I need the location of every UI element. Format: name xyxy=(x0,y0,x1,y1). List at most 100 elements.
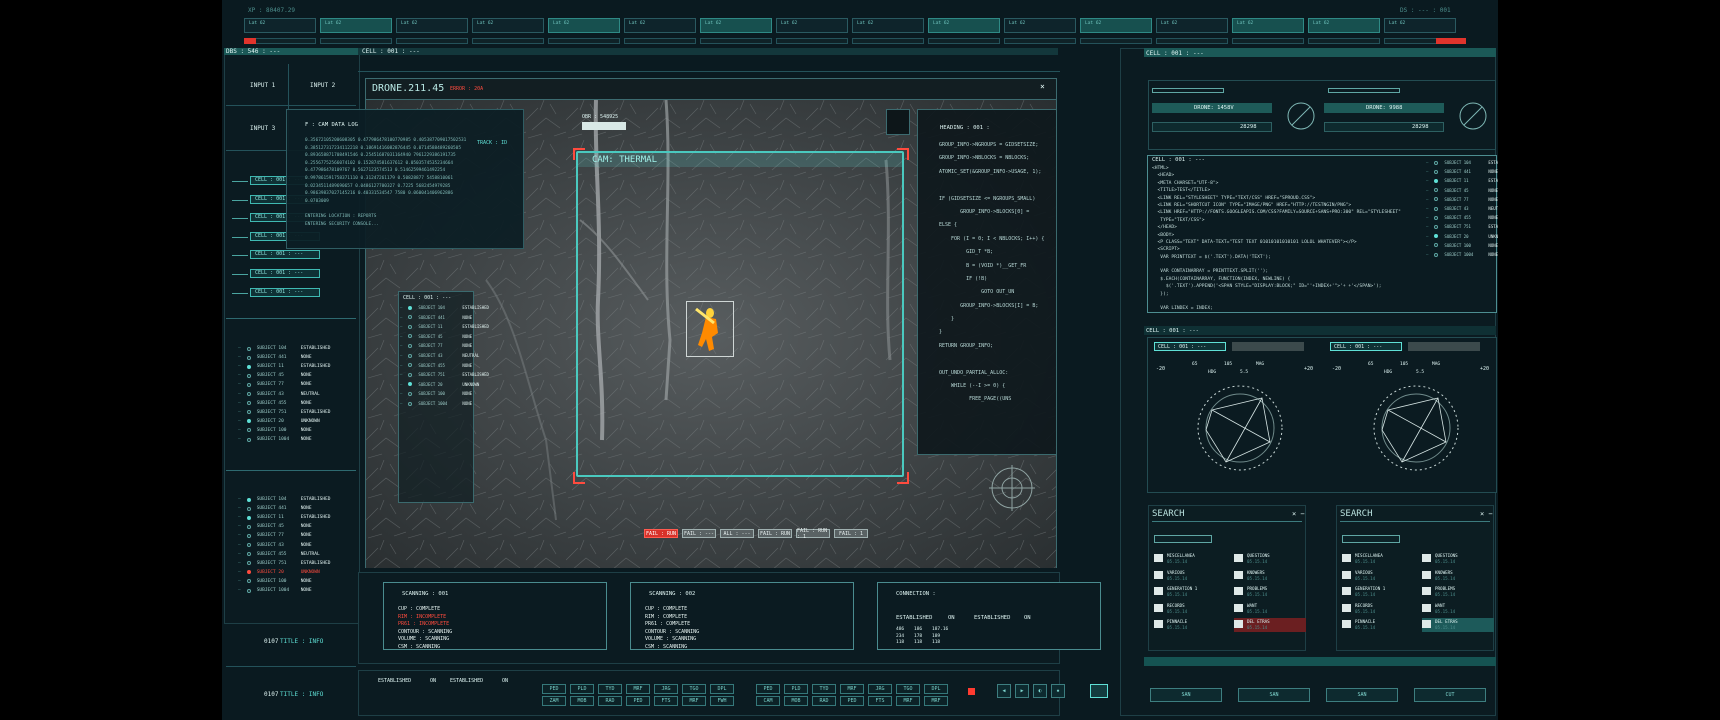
subject-row[interactable]: — SUBJECT 43 NEUTRAL xyxy=(400,353,479,358)
subject-row[interactable]: — SUBJECT 104 ESTABLISHED xyxy=(238,346,331,351)
camera-mode-button[interactable]: FAIL : 1 xyxy=(834,529,868,538)
subject-row[interactable]: — SUBJECT 20 UNKNOWN xyxy=(238,419,320,424)
subject-row[interactable]: — SUBJECT 11 ESTABLISHED xyxy=(238,364,331,369)
control-button[interactable]: MRF xyxy=(924,696,948,706)
control-button[interactable]: MRF xyxy=(896,696,920,706)
close-icon[interactable]: × xyxy=(1040,82,1045,91)
control-button[interactable]: MOB xyxy=(784,696,808,706)
search-item[interactable] xyxy=(1422,602,1494,616)
subject-row[interactable]: — SUBJECT 100 NONE xyxy=(238,579,312,584)
control-button[interactable]: MRF xyxy=(840,684,864,694)
toggle-button[interactable] xyxy=(1090,684,1108,698)
search-item[interactable] xyxy=(1154,569,1226,583)
control-button[interactable]: RAD xyxy=(598,696,622,706)
subject-row[interactable]: — SUBJECT 455 NONE xyxy=(238,401,312,406)
control-button[interactable]: MOB xyxy=(570,696,594,706)
search-close-icon[interactable]: × − xyxy=(1292,510,1305,518)
control-button[interactable]: MRF xyxy=(626,684,650,694)
subject-row[interactable]: — SUBJECT 455 NONE xyxy=(400,363,472,368)
subject-row[interactable]: — SUBJECT 45 NONE xyxy=(238,373,312,378)
control-button[interactable]: DPL xyxy=(710,684,734,694)
control-button[interactable]: TGO xyxy=(896,684,920,694)
play-button[interactable]: ▶ xyxy=(1015,684,1029,698)
search-item[interactable] xyxy=(1422,618,1494,632)
subject-row[interactable]: — SUBJECT 104 ESTABLISHED xyxy=(400,305,489,310)
lat-box[interactable]: Lat 62 xyxy=(244,18,316,33)
lat-box[interactable]: Lat 62 xyxy=(1156,18,1228,33)
control-button[interactable]: PLD xyxy=(784,684,808,694)
search-item[interactable] xyxy=(1154,602,1226,616)
search-item[interactable] xyxy=(1234,569,1306,583)
subject-row[interactable]: — SUBJECT 45 NONE xyxy=(1426,188,1498,193)
lat-box[interactable]: Lat 62 xyxy=(472,18,544,33)
subject-row[interactable]: — SUBJECT 77 NONE xyxy=(400,343,472,348)
brightness-icon[interactable]: ✹ xyxy=(1051,684,1065,698)
subject-row[interactable]: — SUBJECT 455 NEUTRAL xyxy=(238,552,320,557)
control-button[interactable]: PED xyxy=(756,684,780,694)
footer-button[interactable]: SAN xyxy=(1326,688,1398,702)
subject-row[interactable]: — SUBJECT 1004 NONE xyxy=(238,437,312,442)
control-button[interactable]: PED xyxy=(626,696,650,706)
lat-box[interactable]: Lat 62 xyxy=(700,18,772,33)
subject-row[interactable]: — SUBJECT 441 NONE xyxy=(400,315,472,320)
search-item[interactable] xyxy=(1154,618,1226,632)
search-item[interactable] xyxy=(1342,618,1414,632)
control-button[interactable]: CAM xyxy=(756,696,780,706)
search-input[interactable] xyxy=(1154,535,1212,543)
control-button[interactable]: FTS xyxy=(654,696,678,706)
subject-row[interactable]: — SUBJECT 11 ESTABLISHED xyxy=(400,324,489,329)
subject-row[interactable]: — SUBJECT 20 UNKNOWN xyxy=(400,382,479,387)
search-item[interactable] xyxy=(1234,552,1306,566)
control-button[interactable]: TYD xyxy=(598,684,622,694)
control-button[interactable]: TYD xyxy=(812,684,836,694)
camera-mode-button[interactable]: FAIL : RUN xyxy=(758,529,792,538)
control-button[interactable]: FWH xyxy=(710,696,734,706)
search-input[interactable] xyxy=(1342,535,1400,543)
subject-row[interactable]: — SUBJECT 77 NONE xyxy=(1426,197,1498,202)
search-item[interactable] xyxy=(1422,585,1494,599)
subject-row[interactable]: — SUBJECT 751 ESTABLISHED xyxy=(1426,224,1498,229)
camera-mode-button[interactable]: ALL : --- xyxy=(720,529,754,538)
cell-item[interactable]: CELL : 001 : --- xyxy=(250,269,320,278)
subject-row[interactable]: — SUBJECT 43 NEUTRAL xyxy=(1426,206,1498,211)
lat-box[interactable]: Lat 62 xyxy=(624,18,696,33)
subject-row[interactable]: — SUBJECT 441 NONE xyxy=(238,355,312,360)
control-button[interactable]: TGO xyxy=(682,684,706,694)
lat-box[interactable]: Lat 62 xyxy=(320,18,392,33)
camera-mode-button[interactable]: FAIL : --- xyxy=(682,529,716,538)
control-button[interactable]: MRF xyxy=(682,696,706,706)
search-item[interactable] xyxy=(1234,618,1306,632)
camera-mode-button[interactable]: FAIL : RUN : 1 xyxy=(796,528,830,540)
lat-box[interactable]: Lat 62 xyxy=(1384,18,1456,33)
lat-box[interactable]: Lat 62 xyxy=(1080,18,1152,33)
control-button[interactable]: PED xyxy=(840,696,864,706)
control-button[interactable]: DPL xyxy=(924,684,948,694)
control-button[interactable]: FTS xyxy=(868,696,892,706)
prev-button[interactable]: ◀ xyxy=(997,684,1011,698)
control-button[interactable]: RAD xyxy=(812,696,836,706)
subject-row[interactable]: — SUBJECT 751 ESTABLISHED xyxy=(400,372,489,377)
subject-row[interactable]: — SUBJECT 100 NONE xyxy=(1426,243,1498,248)
control-button[interactable]: JRG xyxy=(868,684,892,694)
lat-box[interactable]: Lat 62 xyxy=(776,18,848,33)
contrast-icon[interactable]: ◐ xyxy=(1033,684,1047,698)
control-button[interactable]: ZAM xyxy=(542,696,566,706)
search-item[interactable] xyxy=(1422,552,1494,566)
footer-button[interactable]: SAN xyxy=(1238,688,1310,702)
subject-row[interactable]: — SUBJECT 1004 NONE xyxy=(400,401,472,406)
subject-row[interactable]: — SUBJECT 100 NONE xyxy=(238,428,312,433)
cell-item[interactable]: CELL : 001 : --- xyxy=(250,250,320,260)
subject-row[interactable]: — SUBJECT 441 NONE xyxy=(1426,169,1498,174)
subject-row[interactable]: — SUBJECT 100 NONE xyxy=(400,391,472,396)
subject-row[interactable]: — SUBJECT 441 NONE xyxy=(238,506,312,511)
record-button[interactable] xyxy=(968,688,975,695)
subject-row[interactable]: — SUBJECT 455 NONE xyxy=(1426,215,1498,220)
subject-row[interactable]: — SUBJECT 1004 NONE xyxy=(1426,252,1498,257)
subject-row[interactable]: — SUBJECT 43 NEUTRAL xyxy=(238,392,320,397)
search-item[interactable] xyxy=(1234,585,1306,599)
subject-row[interactable]: — SUBJECT 1004 NONE xyxy=(238,588,312,593)
cell-item[interactable]: CELL : 001 : --- xyxy=(250,287,320,297)
subject-row[interactable]: — SUBJECT 43 NONE xyxy=(238,543,312,548)
control-button[interactable]: PLD xyxy=(570,684,594,694)
subject-row[interactable]: — SUBJECT 77 NONE xyxy=(238,533,312,538)
